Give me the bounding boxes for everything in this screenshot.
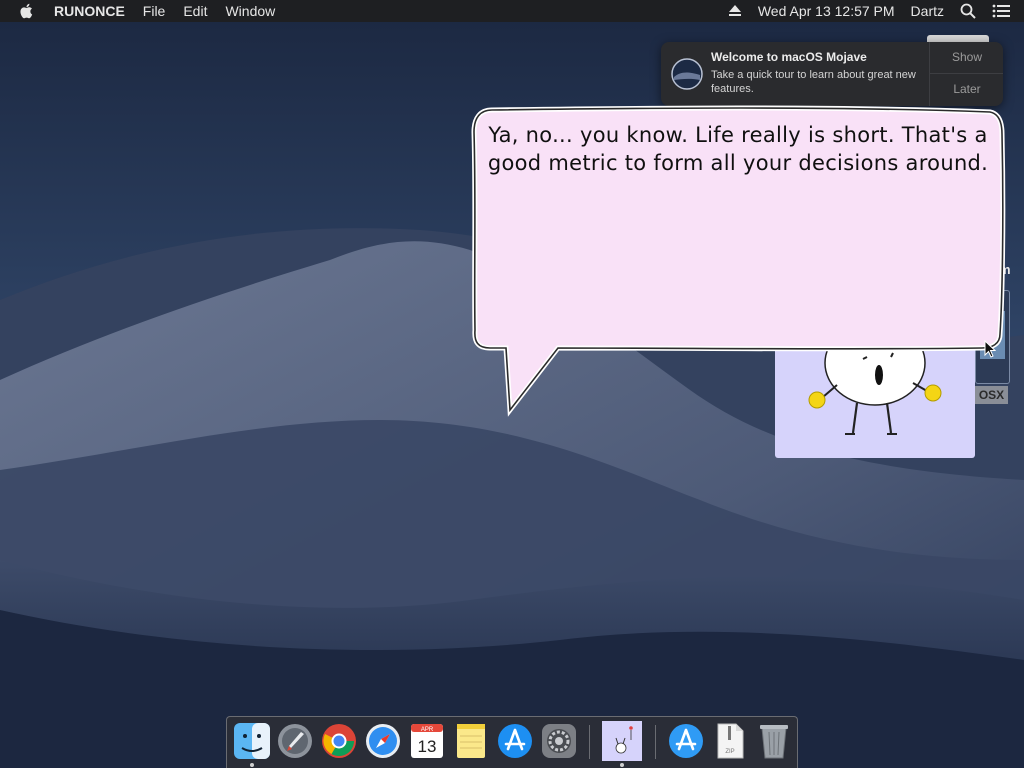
dock-separator: [655, 725, 656, 759]
show-button[interactable]: Show: [930, 42, 1003, 74]
speech-bubble-text: Ya, no... you know. Life really is short…: [487, 123, 989, 175]
notification-center-icon[interactable]: [992, 4, 1010, 18]
app-name-menu[interactable]: RUNONCE: [54, 3, 125, 19]
welcome-notification[interactable]: Welcome to macOS Mojave Take a quick tou…: [661, 42, 1003, 106]
finder-running-indicator: [250, 763, 254, 767]
zip-file-icon[interactable]: ZIP: [711, 722, 749, 760]
window-menu[interactable]: Window: [225, 3, 275, 19]
mojave-icon: [671, 58, 703, 90]
edit-menu[interactable]: Edit: [183, 3, 207, 19]
menubar-clock[interactable]: Wed Apr 13 12:57 PM: [758, 3, 895, 19]
dock: APR 13 ZIP: [226, 716, 798, 768]
menu-bar: RUNONCE File Edit Window Wed Apr 13 12:5…: [0, 0, 1024, 22]
mouse-cursor-icon: [984, 340, 996, 358]
apple-menu-icon[interactable]: [18, 2, 36, 20]
zip-label: ZIP: [725, 749, 734, 755]
calendar-icon[interactable]: APR 13: [408, 722, 446, 760]
app-store-folder-icon[interactable]: [667, 722, 705, 760]
app-store-icon[interactable]: [496, 722, 534, 760]
file-menu[interactable]: File: [143, 3, 166, 19]
notes-icon[interactable]: [452, 722, 490, 760]
runonce-running-indicator: [620, 763, 624, 767]
eject-icon[interactable]: [728, 5, 742, 17]
spotlight-search-icon[interactable]: [960, 3, 976, 19]
safari-icon[interactable]: [364, 722, 402, 760]
calendar-month: APR: [421, 727, 434, 733]
runonce-app-icon[interactable]: [601, 720, 643, 762]
menubar-user[interactable]: Dartz: [911, 3, 944, 19]
system-preferences-icon[interactable]: [540, 722, 578, 760]
dock-separator: [589, 725, 590, 759]
trash-icon[interactable]: [755, 722, 793, 760]
launchpad-icon[interactable]: [276, 722, 314, 760]
notification-body: Take a quick tour to learn about great n…: [711, 69, 916, 95]
finder-icon[interactable]: [233, 722, 271, 760]
later-button[interactable]: Later: [930, 74, 1003, 105]
chrome-icon[interactable]: [320, 722, 358, 760]
calendar-day: 13: [418, 737, 437, 756]
notification-title: Welcome to macOS Mojave: [711, 50, 867, 64]
